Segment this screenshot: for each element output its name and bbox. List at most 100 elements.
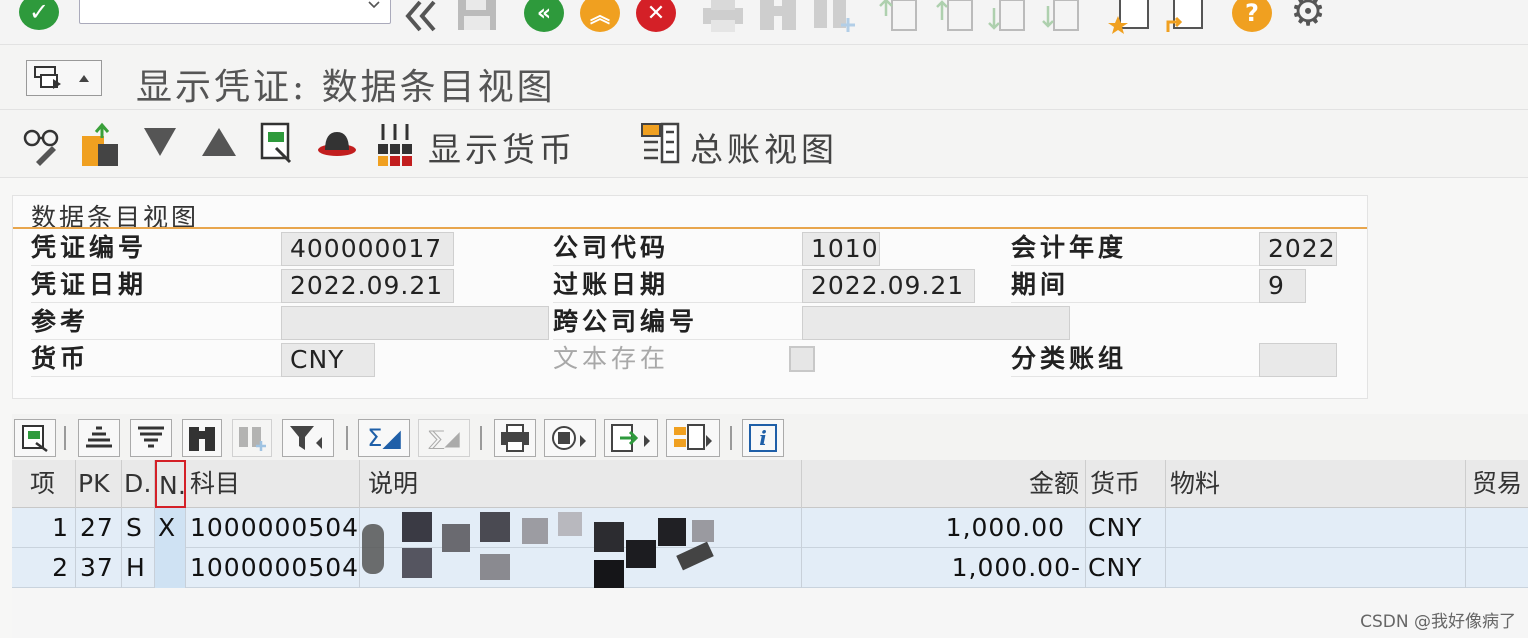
posting-date-field[interactable]: 2022.09.21 [802, 269, 975, 303]
hat-icon[interactable] [316, 128, 358, 158]
reference-label: 参考 [31, 304, 281, 340]
currency-field[interactable]: CNY [281, 343, 375, 377]
pk-cell: 37 [76, 548, 122, 588]
previous-page-icon[interactable] [934, 0, 978, 34]
exit-orange-icon[interactable]: ︽ [580, 0, 620, 32]
company-code-field[interactable]: 1010 [802, 232, 880, 266]
table-row[interactable]: 2 37 H 1000000504 1,000.00- CNY [12, 548, 1528, 588]
first-page-icon[interactable] [878, 0, 922, 34]
system-toolbar: ✓ « ︽ ✕ ? ⚙ [0, 0, 1528, 44]
trading-cell [1466, 548, 1528, 588]
next-page-icon[interactable] [986, 0, 1030, 34]
column-header-n[interactable]: N… [155, 460, 186, 508]
doc-number-field[interactable]: 400000017 [281, 232, 454, 266]
last-page-icon[interactable] [1040, 0, 1084, 34]
n-cell [155, 548, 186, 588]
sort-ascending-icon [86, 426, 112, 448]
sort-descending-button[interactable] [130, 419, 172, 457]
find-icon[interactable] [758, 0, 798, 34]
create-session-icon[interactable] [1108, 0, 1152, 36]
back-green-icon[interactable]: « [524, 0, 564, 32]
d-cell: S [122, 508, 155, 548]
toolbar-separator [64, 426, 66, 450]
ledger-view-button[interactable]: 总账视图 [690, 123, 838, 171]
column-header-item[interactable]: 项 [12, 460, 76, 508]
binoculars-plus-icon [239, 427, 266, 451]
enter-check-icon[interactable]: ✓ [19, 0, 59, 30]
export-button[interactable] [604, 419, 658, 457]
line-items-grid: 项 PK D… N… 科目 说明 金额 货币 物料 贸易 1 27 S X 10… [12, 460, 1528, 638]
material-cell [1166, 508, 1466, 548]
column-header-material[interactable]: 物料 [1166, 460, 1466, 508]
views-icon [552, 426, 586, 450]
period-field[interactable]: 9 [1259, 269, 1306, 303]
text-exists-label: 文本存在 [553, 344, 670, 373]
layout-icon [674, 424, 712, 450]
watermark: CSDN @我好像病了 [1360, 612, 1516, 632]
n-cell: X [155, 508, 186, 548]
find-grid-button[interactable] [182, 419, 222, 457]
subtotal-button[interactable]: ⅀◢ [418, 419, 470, 457]
filter-icon [290, 426, 322, 450]
column-header-account[interactable]: 科目 [186, 460, 360, 508]
cancel-red-icon[interactable]: ✕ [636, 0, 676, 32]
doc-date-field[interactable]: 2022.09.21 [281, 269, 454, 303]
company-code-label: 公司代码 [553, 230, 803, 266]
find-next-icon[interactable] [812, 0, 856, 34]
column-header-trading[interactable]: 贸易 [1466, 460, 1528, 508]
other-document-icon[interactable] [80, 122, 122, 168]
column-header-d[interactable]: D… [122, 460, 155, 508]
printer-icon [501, 424, 529, 452]
column-header-description[interactable]: 说明 [360, 460, 802, 508]
reference-field[interactable] [281, 306, 549, 340]
filter-button[interactable] [282, 419, 334, 457]
table-row[interactable]: 1 27 S X 1000000504 1,000.00 CNY [12, 508, 1528, 548]
find-next-grid-button[interactable] [232, 419, 272, 457]
amount-cell: 1,000.00- [802, 548, 1086, 588]
column-header-currency[interactable]: 货币 [1086, 460, 1166, 508]
fiscal-year-field[interactable]: 2022 [1259, 232, 1337, 266]
ledger-group-field[interactable] [1259, 343, 1337, 377]
fiscal-year-label: 会计年度 [1011, 230, 1259, 266]
display-currency-icon[interactable] [376, 122, 416, 168]
print-preview-button[interactable] [494, 419, 536, 457]
back-arrows-icon[interactable] [402, 0, 442, 32]
menu-button[interactable] [26, 60, 102, 96]
d-cell: H [122, 548, 155, 588]
binoculars-icon [189, 427, 215, 451]
currency-label: 货币 [31, 341, 281, 377]
ledger-view-icon[interactable] [640, 122, 682, 166]
previous-triangle-icon[interactable] [142, 126, 178, 158]
help-icon[interactable]: ? [1232, 0, 1272, 32]
item-cell: 2 [12, 548, 76, 588]
settings-icon[interactable]: ⚙ [1286, 0, 1330, 35]
command-field[interactable] [79, 0, 391, 24]
column-header-amount[interactable]: 金额 [802, 460, 1086, 508]
column-header-pk[interactable]: PK [76, 460, 122, 508]
account-cell[interactable]: 1000000504 [186, 508, 360, 548]
print-icon[interactable] [701, 0, 745, 34]
description-cell [360, 548, 802, 588]
chevron-down-icon[interactable] [368, 0, 380, 11]
total-button[interactable]: Σ◢ [358, 419, 410, 457]
description-cell [360, 508, 802, 548]
display-change-icon[interactable] [22, 122, 62, 166]
page-title: 显示凭证: 数据条目视图 [136, 67, 556, 108]
sort-ascending-button[interactable] [78, 419, 120, 457]
information-button[interactable]: i [742, 419, 784, 457]
next-triangle-icon[interactable] [200, 126, 238, 158]
layout-button[interactable] [666, 419, 720, 457]
posting-date-label: 过账日期 [553, 267, 803, 303]
details-button[interactable] [14, 419, 56, 457]
cross-company-field[interactable] [802, 306, 1070, 340]
save-icon[interactable] [456, 0, 498, 32]
document-overview-icon[interactable] [260, 122, 296, 166]
display-currency-button[interactable]: 显示货币 [428, 123, 576, 171]
application-toolbar: 显示货币 总账视图 [0, 110, 1528, 178]
text-exists-checkbox[interactable] [789, 346, 815, 372]
pk-cell: 27 [76, 508, 122, 548]
period-label: 期间 [1011, 267, 1259, 303]
views-button[interactable] [544, 419, 596, 457]
account-cell[interactable]: 1000000504 [186, 548, 360, 588]
shortcut-icon[interactable] [1162, 0, 1206, 36]
